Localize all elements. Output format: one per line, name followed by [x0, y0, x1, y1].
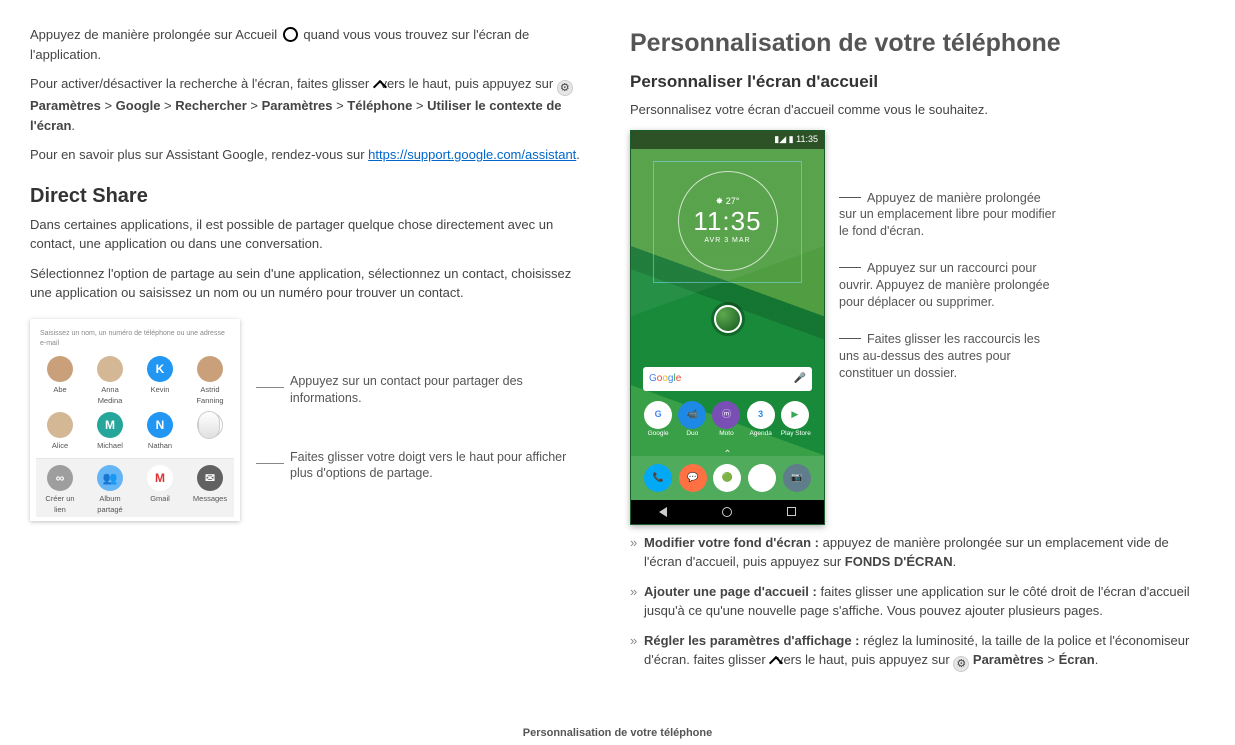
app-google[interactable]: GGoogle: [644, 401, 672, 439]
app-moto[interactable]: ⓜMoto: [712, 401, 740, 439]
share-row-1: Abe Anna Medina KKevin Astrid Fanning: [36, 356, 234, 413]
contact-alice[interactable]: Alice: [40, 412, 80, 451]
ds-para-1: Dans certaines applications, il est poss…: [30, 215, 590, 254]
contact-astrid[interactable]: Astrid Fanning: [190, 356, 230, 407]
contact-anna[interactable]: Anna Medina: [90, 356, 130, 407]
tip-wallpaper: Modifier votre fond d'écran : appuyez de…: [630, 533, 1190, 572]
intro-text: Personnalisez votre écran d'accueil comm…: [630, 100, 1190, 120]
heading-personalization: Personnalisation de votre téléphone: [630, 25, 1190, 63]
callout-swipe: Faites glisser votre doigt vers le haut …: [290, 449, 590, 483]
callout-folder: Faites glisser les raccourcis les uns au…: [839, 331, 1059, 382]
nav-home-icon[interactable]: [722, 507, 732, 517]
dock: 📞 💬 🟢 ✿ 📷: [631, 456, 824, 500]
mic-icon[interactable]: 🎤: [794, 371, 806, 386]
gear-icon: ⚙: [953, 656, 969, 672]
nav-bar: [631, 500, 824, 524]
free-spot-indicator: [714, 305, 742, 333]
google-search-bar[interactable]: Google 🎤: [643, 367, 812, 391]
app-playstore[interactable]: ▶Play Store: [781, 401, 811, 439]
page-footer: Personnalisation de votre téléphone: [0, 725, 1235, 742]
signal-icon: ▮◢ ▮: [774, 134, 793, 144]
para-breadcrumb: Pour activer/désactiver la recherche à l…: [30, 74, 590, 135]
phone-callouts: Appuyez de manière prolongée sur un empl…: [839, 130, 1059, 402]
contact-nathan[interactable]: NNathan: [140, 412, 180, 451]
status-bar: ▮◢ ▮ 11:35: [631, 131, 824, 149]
callout-wallpaper: Appuyez de manière prolongée sur un empl…: [839, 190, 1059, 241]
subheading-home-screen: Personnaliser l'écran d'accueil: [630, 69, 1190, 95]
dock-phone[interactable]: 📞: [644, 464, 672, 492]
dock-messages[interactable]: 💬: [679, 464, 707, 492]
status-time: 11:35: [796, 134, 818, 144]
gear-icon: ⚙: [557, 80, 573, 96]
nav-recent-icon[interactable]: [787, 507, 796, 516]
left-column: Appuyez de manière prolongée sur Accueil…: [30, 25, 590, 682]
tips-list: Modifier votre fond d'écran : appuyez de…: [630, 533, 1190, 673]
contact-abe[interactable]: Abe: [40, 356, 80, 407]
callout-line: [256, 463, 284, 464]
nav-back-icon[interactable]: [659, 507, 667, 517]
dock-photos[interactable]: ✿: [748, 464, 776, 492]
callout-shortcut: Appuyez sur un raccourci pour ouvrir. Ap…: [839, 260, 1059, 311]
dock-camera[interactable]: 📷: [783, 464, 811, 492]
para-home-longpress: Appuyez de manière prolongée sur Accueil…: [30, 25, 590, 64]
home-icon: [283, 27, 298, 42]
google-logo: Google: [649, 371, 681, 386]
callout-line: [256, 387, 284, 388]
clock-widget[interactable]: ✸ 27° 11:35 AVR 3 MAR: [678, 171, 778, 271]
tip-add-page: Ajouter une page d'accueil : faites glis…: [630, 582, 1190, 621]
para-assistant-link: Pour en savoir plus sur Assistant Google…: [30, 145, 590, 165]
app-shortcut-row: GGoogle 📹Duo ⓜMoto 3Agenda ▶Play Store: [631, 401, 824, 439]
app-duo[interactable]: 📹Duo: [678, 401, 706, 439]
share-shared-album[interactable]: 👥Album partagé: [90, 465, 130, 516]
callout-contact: Appuyez sur un contact pour partager des…: [290, 373, 590, 407]
contact-michael[interactable]: MMichael: [90, 412, 130, 451]
assistant-link[interactable]: https://support.google.com/assistant: [368, 147, 576, 162]
tip-display-settings: Régler les paramètres d'affichage : régl…: [630, 631, 1190, 673]
app-calendar[interactable]: 3Agenda: [747, 401, 775, 439]
share-create-link[interactable]: ∞Créer un lien: [40, 465, 80, 516]
share-messages[interactable]: ✉Messages: [190, 465, 230, 516]
share-bottom-row: ∞Créer un lien 👥Album partagé MGmail ✉Me…: [36, 458, 234, 518]
right-column: Personnalisation de votre téléphone Pers…: [630, 25, 1190, 682]
phone-mockup: ▮◢ ▮ 11:35 ✸ 27° 11:35 AVR 3 MAR Google …: [630, 130, 825, 525]
share-gmail[interactable]: MGmail: [140, 465, 180, 516]
share-hint: Saisissez un nom, un numéro de téléphone…: [36, 327, 234, 356]
drag-handle-icon: [198, 411, 220, 439]
ds-para-2: Sélectionnez l'option de partage au sein…: [30, 264, 590, 303]
contact-kevin[interactable]: KKevin: [140, 356, 180, 407]
heading-direct-share: Direct Share: [30, 181, 590, 211]
dock-chrome[interactable]: 🟢: [713, 464, 741, 492]
